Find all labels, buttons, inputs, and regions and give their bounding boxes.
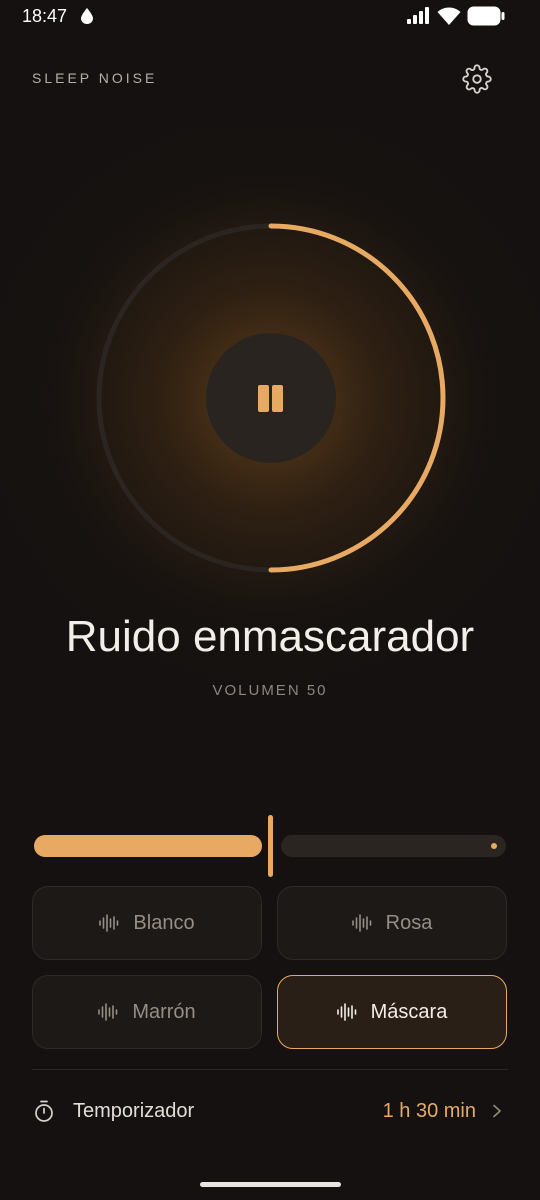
volume-slider[interactable] xyxy=(34,815,506,877)
noise-button-label: Máscara xyxy=(370,1000,448,1023)
sound-name: Ruido enmascarador xyxy=(65,612,475,661)
volume-slider-end-dot xyxy=(491,843,497,849)
noise-button-label: Rosa xyxy=(385,911,433,934)
battery-icon xyxy=(467,6,505,26)
noise-button-blanco[interactable]: Blanco xyxy=(32,886,262,960)
noise-button-label: Blanco xyxy=(133,911,195,934)
home-indicator xyxy=(200,1182,341,1187)
status-time: 18:47 xyxy=(22,6,68,26)
timer-value: 1 h 30 min xyxy=(382,1100,476,1122)
signal-icon xyxy=(407,7,429,24)
waveform-icon xyxy=(336,1003,356,1021)
drop-icon xyxy=(81,8,93,24)
wifi-icon xyxy=(437,7,461,25)
volume-slider-fill xyxy=(34,835,262,857)
volume-caption: VOLUMEN 50 xyxy=(212,682,328,699)
stopwatch-icon xyxy=(35,1100,53,1122)
status-bar: 18:47 xyxy=(0,0,540,34)
volume-slider-track[interactable] xyxy=(281,835,506,857)
waveform-icon xyxy=(351,914,371,932)
noise-button-label: Marrón xyxy=(132,1000,196,1023)
volume-slider-handle[interactable] xyxy=(268,815,273,877)
divider xyxy=(32,1069,508,1070)
waveform-icon xyxy=(98,1003,118,1021)
noise-button-mascara[interactable]: Máscara xyxy=(277,975,507,1049)
gear-icon xyxy=(462,64,492,94)
settings-button[interactable] xyxy=(462,64,492,94)
chevron-right-icon xyxy=(493,1104,501,1118)
pause-icon[interactable] xyxy=(258,385,283,412)
timer-row[interactable]: Temporizador 1 h 30 min xyxy=(32,1090,508,1134)
noise-button-rosa[interactable]: Rosa xyxy=(277,886,507,960)
noise-button-marron[interactable]: Marrón xyxy=(32,975,262,1049)
timer-label: Temporizador xyxy=(73,1100,195,1122)
waveform-icon xyxy=(99,914,119,932)
app-title: SLEEP NOISE xyxy=(32,70,158,86)
